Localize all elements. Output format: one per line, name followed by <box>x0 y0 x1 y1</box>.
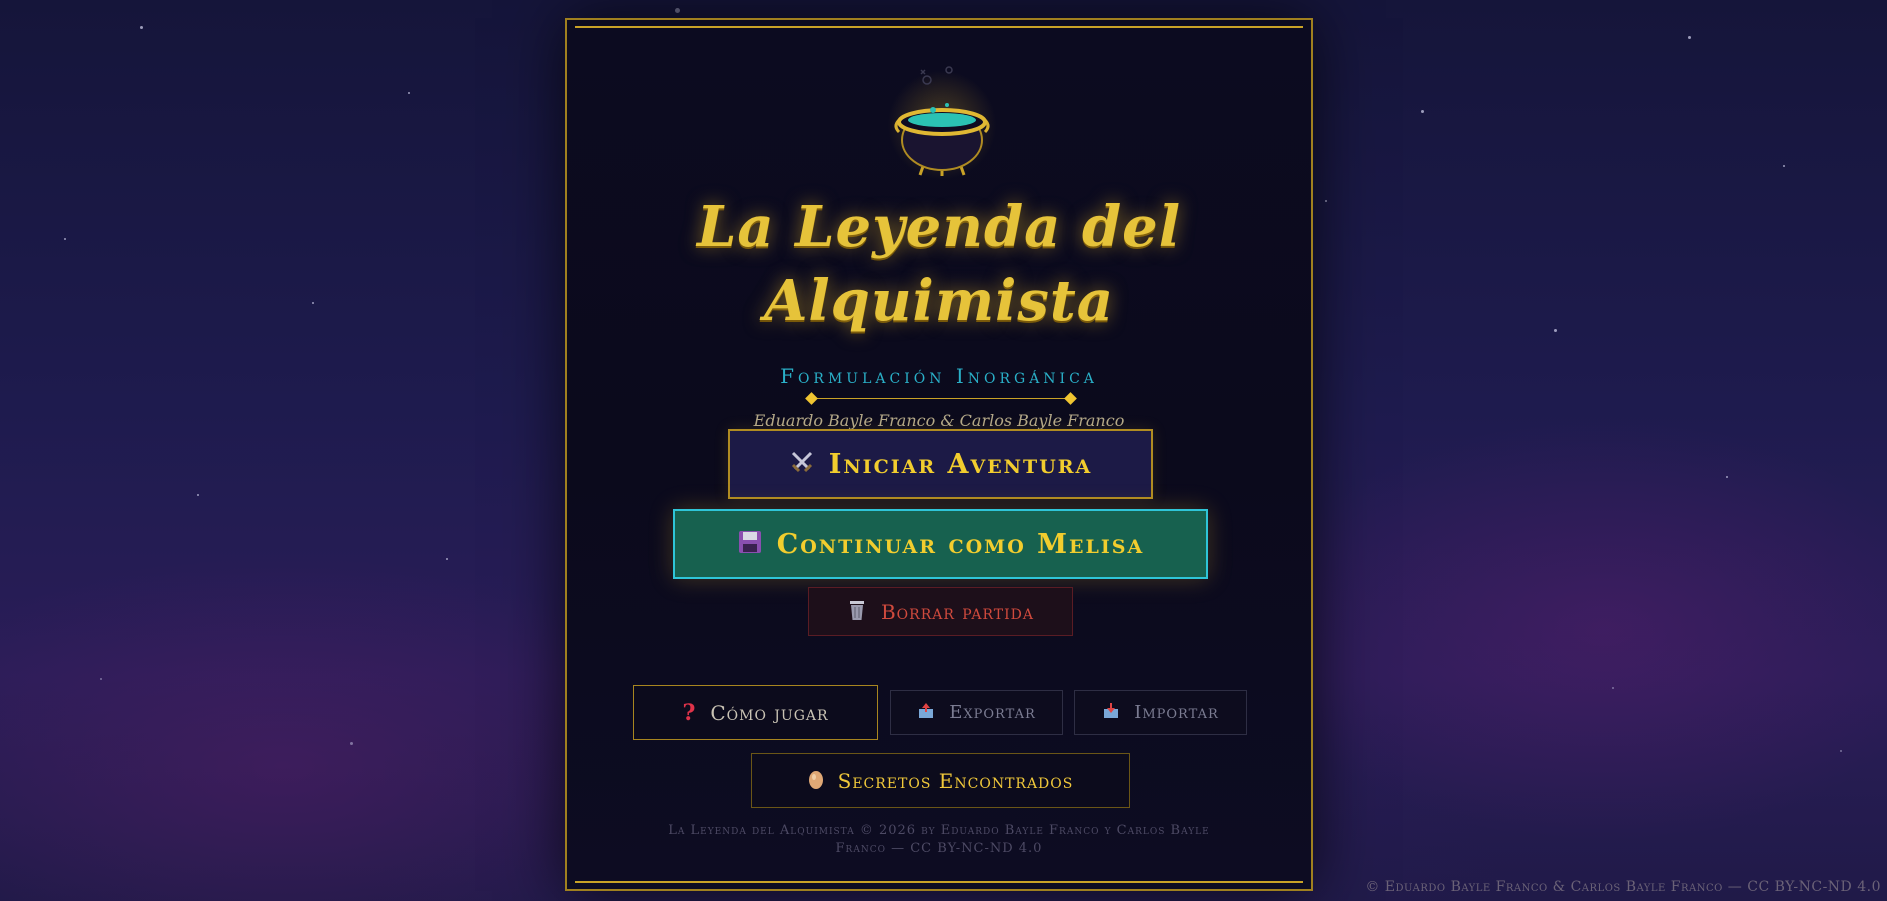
inbox-icon <box>1102 702 1120 724</box>
license-line-2: Franco — CC BY-NC-ND 4.0 <box>835 841 1043 856</box>
bottom-border-rule <box>575 881 1303 883</box>
export-label: Exportar <box>949 702 1036 723</box>
secrets-found-button[interactable]: Secretos Encontrados <box>751 753 1130 808</box>
floppy-disk-icon <box>737 529 763 560</box>
corner-copyright: © Eduardo Bayle Franco & Carlos Bayle Fr… <box>1365 879 1881 895</box>
license-line-1: La Leyenda del Alquimista © 2026 by Edua… <box>668 823 1210 838</box>
import-button[interactable]: Importar <box>1074 690 1247 735</box>
top-border-rule <box>575 26 1303 28</box>
ornamental-divider <box>805 392 1077 406</box>
start-adventure-label: Iniciar Aventura <box>828 448 1093 480</box>
continue-game-label: Continuar como Melisa <box>776 528 1145 560</box>
delete-save-label: Borrar partida <box>880 599 1034 624</box>
game-title: La Leyenda del Alquimista <box>567 190 1311 338</box>
how-to-play-button[interactable]: ? Cómo jugar <box>633 685 878 740</box>
authors-credit: Eduardo Bayle Franco & Carlos Bayle Fran… <box>753 411 1125 430</box>
import-label: Importar <box>1134 702 1219 723</box>
question-mark-icon: ? <box>682 699 697 726</box>
outbox-icon <box>917 702 935 724</box>
license-footer: La Leyenda del Alquimista © 2026 by Edua… <box>607 822 1271 858</box>
delete-save-button[interactable]: Borrar partida <box>808 587 1073 636</box>
main-menu-panel: La Leyenda del Alquimista Formulación In… <box>565 18 1313 891</box>
game-subtitle: Formulación Inorgánica <box>780 364 1098 388</box>
game-title-line-2: Alquimista <box>763 268 1115 334</box>
start-adventure-button[interactable]: Iniciar Aventura <box>728 429 1153 499</box>
egg-icon <box>808 769 824 792</box>
secrets-found-label: Secretos Encontrados <box>837 768 1074 793</box>
wastebasket-icon <box>847 599 867 624</box>
crossed-swords-icon <box>789 449 815 480</box>
continue-game-button[interactable]: Continuar como Melisa <box>673 509 1208 579</box>
game-title-line-1: La Leyenda del <box>696 194 1182 260</box>
cauldron-icon <box>867 50 1017 180</box>
how-to-play-label: Cómo jugar <box>710 700 829 725</box>
export-button[interactable]: Exportar <box>890 690 1063 735</box>
